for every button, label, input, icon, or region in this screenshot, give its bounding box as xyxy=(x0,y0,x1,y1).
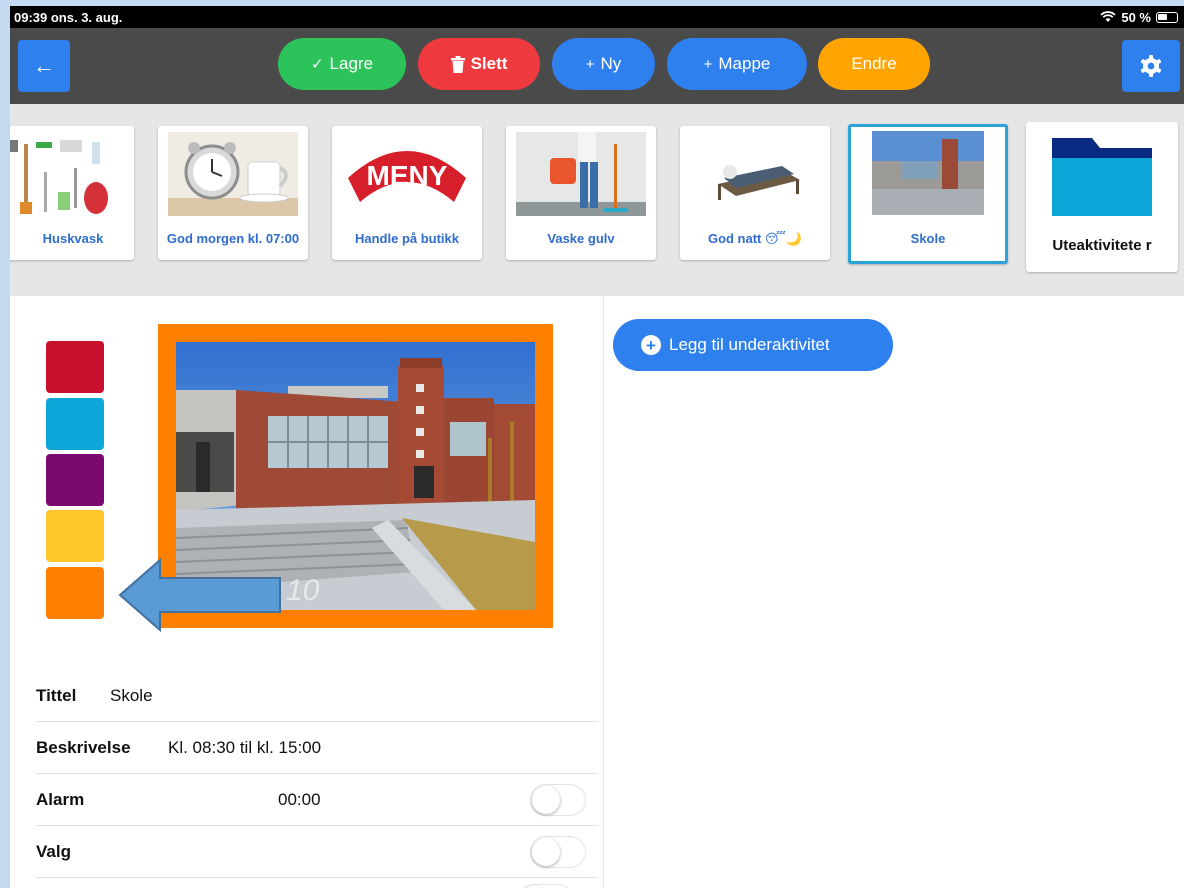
color-swatch-orange[interactable] xyxy=(46,567,104,619)
checkmark-icon: ✓ xyxy=(310,56,324,73)
activity-card-skole[interactable]: Skole xyxy=(848,124,1008,264)
alarm-row[interactable]: Alarm 00:00 xyxy=(36,774,598,825)
battery-icon xyxy=(1156,11,1178,23)
row-divider xyxy=(36,877,598,878)
new-folder-button-label: Mappe xyxy=(718,54,771,73)
activity-label: Handle på butikk xyxy=(354,230,460,246)
activity-label: God morgen kl. 07:00 xyxy=(166,230,300,246)
delete-button[interactable]: Slett xyxy=(418,38,540,90)
pointer-arrow-icon xyxy=(118,558,281,632)
activity-label: Uteaktivitete r xyxy=(1052,236,1152,254)
add-subactivity-label: Legg til underaktivitet xyxy=(669,335,830,354)
folder-icon xyxy=(1050,134,1154,218)
add-subactivity-button[interactable]: + Legg til underaktivitet xyxy=(613,319,893,371)
activity-label: Huskvask xyxy=(42,230,104,246)
activity-card-god-morgen[interactable]: God morgen kl. 07:00 xyxy=(158,126,308,260)
edit-button-label: Endre xyxy=(851,54,897,73)
activity-folder-uteaktiviteter[interactable]: Uteaktivitete r xyxy=(1026,122,1178,272)
status-bar: 09:39 ons. 3. aug. 50 % xyxy=(10,6,1184,28)
activity-card-handle[interactable]: MENY Handle på butikk xyxy=(332,126,482,260)
activity-card-god-natt[interactable]: God natt 😴🌙 xyxy=(680,126,830,260)
mopping-floor-icon xyxy=(516,132,646,216)
gear-icon xyxy=(1140,55,1162,77)
alarm-label: Alarm xyxy=(36,789,85,809)
plus-icon: + xyxy=(703,55,713,73)
description-row[interactable]: Beskrivelse Kl. 08:30 til kl. 15:00 xyxy=(36,722,598,773)
edit-button[interactable]: Endre xyxy=(818,38,930,90)
new-button-label: Ny xyxy=(600,54,622,73)
color-swatch-purple[interactable] xyxy=(46,454,104,506)
new-folder-button[interactable]: + Mappe xyxy=(667,38,807,90)
description-value[interactable]: Kl. 08:30 til kl. 15:00 xyxy=(168,738,321,758)
activity-label: Vaske gulv xyxy=(547,230,615,246)
activity-card-huskvask[interactable]: Huskvask xyxy=(10,126,134,260)
activity-label: God natt 😴🌙 xyxy=(707,230,803,246)
settings-button[interactable] xyxy=(1122,40,1180,92)
save-button[interactable]: ✓ Lagre xyxy=(278,38,406,90)
choice-label: Valg xyxy=(36,841,71,861)
sleeping-in-bed-icon xyxy=(690,132,820,216)
description-label: Beskrivelse xyxy=(36,737,131,757)
back-arrow-icon: ← xyxy=(33,53,55,78)
school-building-photo xyxy=(872,131,984,215)
alarm-clock-coffee-icon xyxy=(168,132,298,216)
svg-text:10: 10 xyxy=(286,574,320,607)
battery-percent: 50 % xyxy=(1121,9,1151,25)
meny-store-logo: MENY xyxy=(342,132,472,216)
app-screen: 09:39 ons. 3. aug. 50 % ← ✓ Lagre Slett … xyxy=(10,6,1184,888)
title-row[interactable]: Tittel Skole xyxy=(36,670,598,721)
title-value[interactable]: Skole xyxy=(110,686,153,706)
alarm-time[interactable]: 00:00 xyxy=(278,790,321,810)
svg-text:MENY: MENY xyxy=(367,160,448,191)
plus-icon: + xyxy=(585,55,595,73)
color-swatch-yellow[interactable] xyxy=(46,510,104,562)
activity-label: Skole xyxy=(910,230,946,246)
choice-row[interactable]: Valg xyxy=(36,826,598,877)
save-button-label: Lagre xyxy=(329,54,374,73)
new-button[interactable]: + Ny xyxy=(552,38,655,90)
status-time-date: 09:39 ons. 3. aug. xyxy=(14,9,123,25)
panel-divider xyxy=(603,296,604,888)
title-label: Tittel xyxy=(36,685,77,705)
color-swatch-blue[interactable] xyxy=(46,398,104,450)
toolbar: ← ✓ Lagre Slett + Ny + Mappe Endre xyxy=(10,28,1184,104)
choice-toggle[interactable] xyxy=(530,836,586,868)
plus-circle-icon: + xyxy=(641,335,661,355)
wifi-icon xyxy=(1100,11,1116,22)
activity-strip: Huskvask God morgen kl. 07:00 MENY Handl… xyxy=(10,104,1184,296)
next-row-toggle[interactable] xyxy=(518,884,574,888)
activity-card-vaske-gulv[interactable]: Vaske gulv xyxy=(506,126,656,260)
cleaning-supplies-icon xyxy=(10,132,130,216)
alarm-toggle[interactable] xyxy=(530,784,586,816)
delete-button-label: Slett xyxy=(470,54,508,73)
status-indicators: 50 % xyxy=(1100,10,1178,25)
color-swatch-red[interactable] xyxy=(46,341,104,393)
trash-icon xyxy=(450,55,465,73)
back-button[interactable]: ← xyxy=(18,40,70,92)
